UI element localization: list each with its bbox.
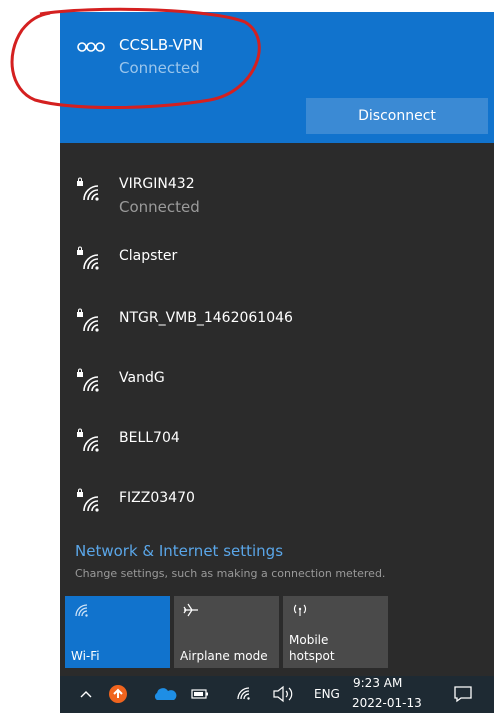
disconnect-button[interactable]: Disconnect — [306, 98, 488, 134]
onedrive-icon[interactable] — [153, 688, 177, 701]
network-name: VIRGIN432 — [119, 176, 195, 192]
battery-icon[interactable] — [191, 689, 209, 699]
wifi-lock-icon — [77, 488, 99, 512]
network-item[interactable]: VandG — [60, 367, 494, 407]
network-item[interactable]: NTGR_VMB_1462061046 — [60, 307, 494, 347]
hotspot-label-line2: hotspot — [289, 649, 335, 663]
clock-date[interactable]: 2022-01-13 — [352, 696, 422, 710]
network-item[interactable]: Clapster — [60, 245, 494, 285]
hotspot-tile-label: Mobile hotspot — [289, 632, 335, 664]
airplane-icon — [183, 603, 198, 617]
notification-icon[interactable] — [453, 685, 473, 703]
network-item[interactable]: VIRGIN432 Connected — [60, 176, 494, 216]
wifi-lock-icon — [77, 308, 99, 332]
taskbar: ENG 9:23 AM 2022-01-13 — [60, 676, 494, 713]
network-name: BELL704 — [119, 430, 180, 446]
vpn-connection[interactable]: CCSLB-VPN Connected Disconnect — [60, 12, 494, 143]
wifi-icon — [75, 604, 88, 617]
airplane-tile-label: Airplane mode — [180, 649, 268, 663]
language-indicator[interactable]: ENG — [314, 687, 340, 701]
chevron-up-icon[interactable] — [80, 689, 92, 699]
clock-time[interactable]: 9:23 AM — [353, 676, 402, 690]
network-name: Clapster — [119, 248, 178, 264]
mobile-hotspot-tile[interactable]: Mobile hotspot — [283, 596, 388, 668]
vpn-icon — [77, 42, 105, 52]
network-settings-description: Change settings, such as making a connec… — [75, 567, 386, 580]
airplane-mode-tile[interactable]: Airplane mode — [174, 596, 279, 668]
network-settings-link[interactable]: Network & Internet settings — [75, 542, 283, 560]
network-flyout: CCSLB-VPN Connected Disconnect VIRGIN432… — [60, 12, 494, 713]
wifi-lock-icon — [77, 246, 99, 270]
network-item[interactable]: BELL704 — [60, 427, 494, 467]
wifi-tile-label: Wi-Fi — [71, 649, 100, 663]
update-icon[interactable] — [108, 684, 128, 704]
network-name: VandG — [119, 370, 165, 386]
wifi-lock-icon — [77, 177, 99, 201]
network-status: Connected — [119, 198, 200, 216]
wifi-lock-icon — [77, 428, 99, 452]
network-name: NTGR_VMB_1462061046 — [119, 310, 293, 326]
hotspot-label-line1: Mobile — [289, 633, 329, 647]
network-name: FIZZ03470 — [119, 490, 195, 506]
wifi-lock-icon — [77, 368, 99, 392]
hotspot-icon — [293, 604, 307, 616]
network-item[interactable]: FIZZ03470 — [60, 487, 494, 527]
wifi-icon[interactable] — [235, 685, 253, 701]
wifi-toggle-tile[interactable]: Wi-Fi — [65, 596, 170, 668]
volume-icon[interactable] — [272, 685, 294, 703]
vpn-status: Connected — [119, 59, 200, 77]
vpn-name: CCSLB-VPN — [119, 36, 204, 54]
